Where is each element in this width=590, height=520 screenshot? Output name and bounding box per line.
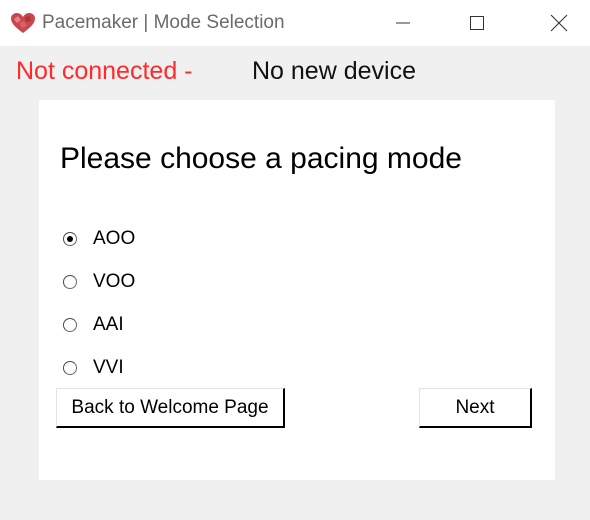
page-heading: Please choose a pacing mode xyxy=(60,142,462,175)
next-button[interactable]: Next xyxy=(419,388,532,428)
radio-button[interactable] xyxy=(63,232,77,246)
mode-label: AAI xyxy=(93,314,124,335)
connection-status: Not connected - xyxy=(16,57,193,85)
device-status: No new device xyxy=(252,57,416,85)
mode-option-aai[interactable]: AAI xyxy=(63,313,124,337)
mode-label: AOO xyxy=(93,228,136,249)
mode-option-vvi[interactable]: VVI xyxy=(63,356,124,380)
close-button[interactable] xyxy=(536,0,582,46)
back-to-welcome-button[interactable]: Back to Welcome Page xyxy=(56,388,285,428)
maximize-icon xyxy=(469,15,485,31)
radio-button[interactable] xyxy=(63,275,77,289)
close-icon xyxy=(550,14,568,32)
mode-selection-panel: Please choose a pacing mode AOO VOO AAI … xyxy=(39,100,555,480)
radio-button[interactable] xyxy=(63,318,77,332)
heart-icon xyxy=(9,11,37,35)
mode-label: VOO xyxy=(93,271,136,292)
maximize-button[interactable] xyxy=(454,0,500,46)
minimize-icon xyxy=(395,15,411,31)
mode-option-aoo[interactable]: AOO xyxy=(63,227,135,251)
window-title: Pacemaker | Mode Selection xyxy=(42,12,285,33)
mode-option-voo[interactable]: VOO xyxy=(63,270,135,294)
mode-label: VVI xyxy=(93,357,124,378)
title-bar: Pacemaker | Mode Selection xyxy=(0,0,590,46)
minimize-button[interactable] xyxy=(380,0,426,46)
status-row: Not connected - No new device xyxy=(0,46,590,96)
radio-button[interactable] xyxy=(63,361,77,375)
